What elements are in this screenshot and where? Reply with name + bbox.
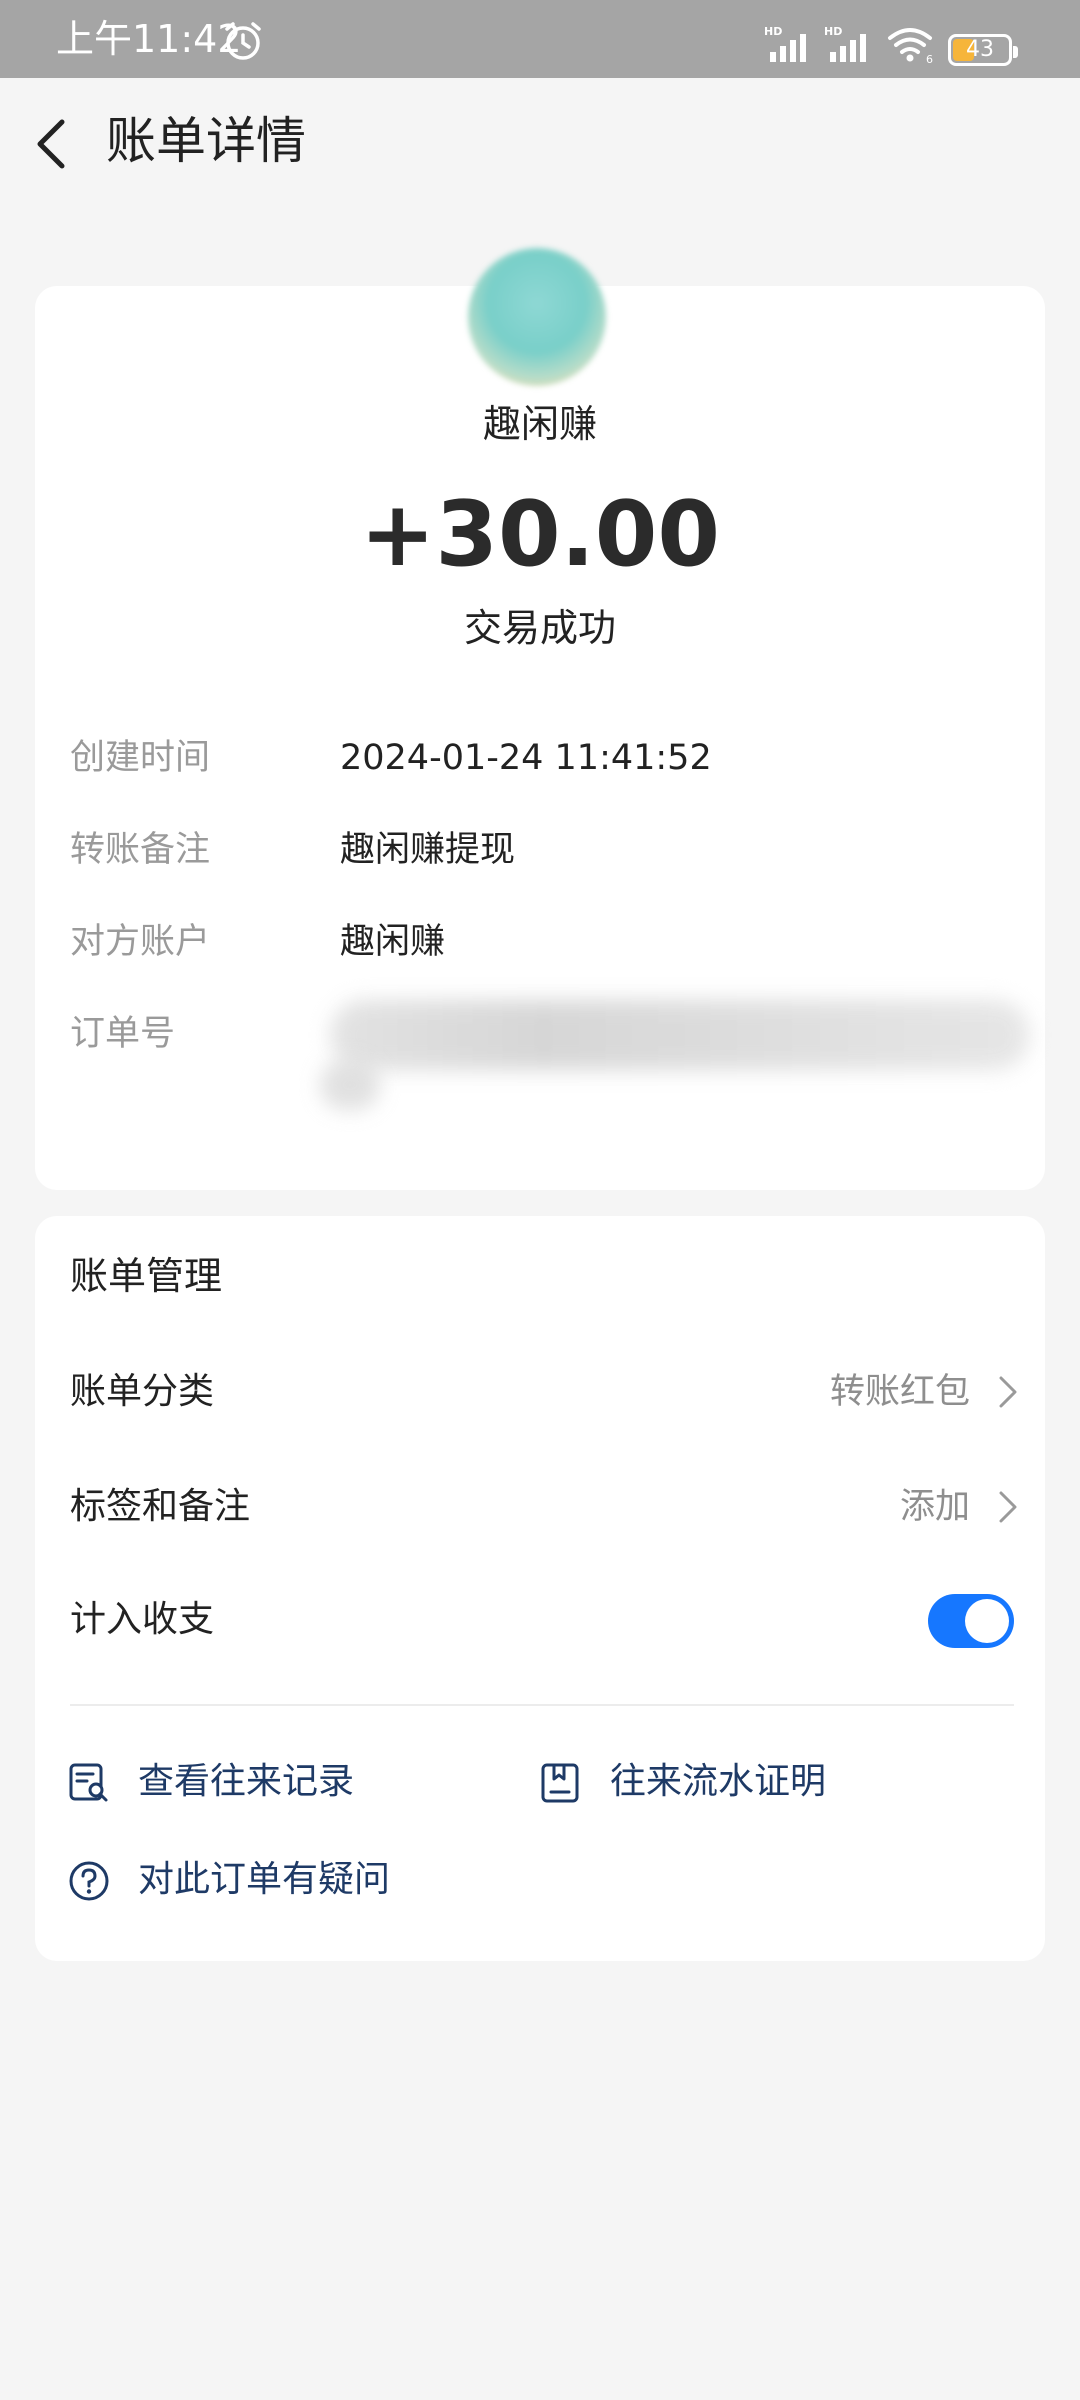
detail-label-counterparty: 对方账户 [70,922,211,962]
tags-remarks-label[interactable]: 标签和备注 [70,1482,250,1532]
alarm-icon [225,22,261,60]
svg-text:6: 6 [926,53,933,64]
statement-proof-link[interactable]: 往来流水证明 [610,1757,826,1807]
status-time: 上午11:42 [56,17,242,61]
detail-value-created-time: 2024-01-24 11:41:52 [340,738,712,778]
bill-category-value[interactable]: 转账红包 [830,1367,970,1417]
chevron-right-icon[interactable] [996,1489,1020,1525]
battery-icon: 43 [948,34,1012,66]
order-number-redacted [320,1060,380,1110]
merchant-avatar [468,248,606,386]
bill-management-card [35,1216,1045,1961]
order-question-link[interactable]: 对此订单有疑问 [138,1855,390,1905]
section-title: 账单管理 [70,1254,223,1298]
bill-category-label[interactable]: 账单分类 [70,1367,214,1417]
detail-label-created-time: 创建时间 [70,738,211,778]
battery-level: 43 [966,37,994,62]
merchant-name: 趣闲赚 [482,402,597,446]
page-title: 账单详情 [106,112,306,170]
svg-text:HD: HD [824,25,842,38]
status-bar: 上午11:42 HD HD 6 43 [0,0,1080,78]
detail-value-counterparty: 趣闲赚 [340,922,446,962]
detail-label-remark: 转账备注 [70,830,211,870]
tags-remarks-value[interactable]: 添加 [900,1482,970,1532]
record-search-icon[interactable] [68,1762,110,1804]
detail-label-order-number: 订单号 [70,1014,176,1054]
wifi-icon: 6 [888,28,933,64]
order-number-redacted [330,1000,1030,1070]
bookmark-document-icon[interactable] [540,1762,582,1804]
question-circle-icon[interactable] [68,1860,110,1902]
signal-hd-icon: HD [824,25,866,62]
transaction-amount: +30.00 [359,482,721,587]
toggle-knob [965,1599,1009,1643]
transaction-status: 交易成功 [463,606,616,650]
battery-cap [1013,46,1018,58]
header: 账单详情 [0,78,1080,208]
signal-label: HD [764,25,782,38]
chevron-right-icon[interactable] [996,1374,1020,1410]
back-arrow-icon[interactable] [30,116,74,172]
include-in-stats-label: 计入收支 [70,1599,215,1640]
include-in-stats-toggle[interactable] [928,1594,1014,1648]
signal-hd-icon: HD [764,25,806,62]
view-history-link[interactable]: 查看往来记录 [138,1757,354,1807]
detail-value-remark: 趣闲赚提现 [340,830,516,870]
divider [70,1704,1014,1706]
